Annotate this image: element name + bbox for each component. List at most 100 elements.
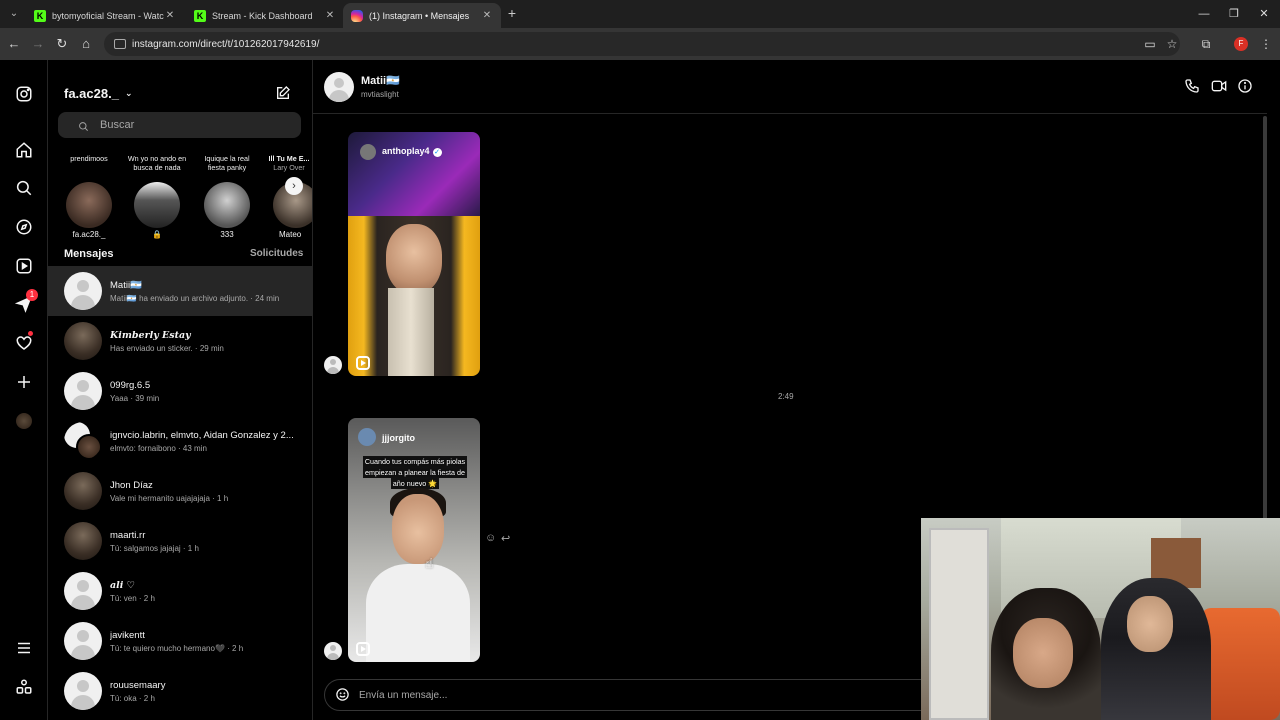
- emoji-icon[interactable]: [335, 687, 351, 703]
- info-icon[interactable]: [1237, 78, 1255, 96]
- conversation-preview: Tú: salgamos jajajaj · 1 h: [110, 543, 199, 553]
- notifications-heart-icon[interactable]: [14, 331, 34, 353]
- reload-button[interactable]: ↻: [54, 36, 70, 52]
- back-button[interactable]: ←: [6, 36, 22, 52]
- tab-title: bytomyoficial Stream - Watch L: [52, 10, 164, 21]
- avatar: [64, 272, 102, 310]
- note-avatar: [204, 182, 250, 228]
- site-info-icon[interactable]: [114, 39, 126, 49]
- account-username: fa.ac28._: [64, 86, 119, 101]
- chevron-down-icon: ⌄: [124, 88, 133, 98]
- conversation-item[interactable]: javikentt Tú: te quiero mucho hermano🖤 ·…: [48, 616, 312, 666]
- conversation-item[interactable]: ignvcio.labrin, elmvto, Aidan Gonzalez y…: [48, 416, 312, 466]
- more-menu-icon[interactable]: [14, 638, 34, 658]
- home-button[interactable]: ⌂: [78, 36, 94, 52]
- note-item[interactable]: Wn yo no ando en busca de nada 🔒: [126, 150, 188, 239]
- conversation-name: javikentt: [110, 629, 145, 641]
- reel-caption: Cuando tus compás más piolas empiezan a …: [362, 456, 468, 489]
- restore-button[interactable]: ❐: [1226, 6, 1242, 22]
- avatar: [64, 522, 102, 560]
- video-call-icon[interactable]: [1211, 78, 1229, 96]
- messages-icon[interactable]: 1: [14, 289, 38, 314]
- bookmark-star-icon[interactable]: ☆: [1164, 36, 1180, 52]
- reel-author-avatar: [358, 428, 376, 446]
- explore-icon[interactable]: [14, 217, 34, 237]
- conversation-preview: Yaaa · 39 min: [110, 393, 160, 403]
- conversation-item[interactable]: maarti.rr Tú: salgamos jajajaj · 1 h: [48, 516, 312, 566]
- tab-title: (1) Instagram • Mensajes: [369, 10, 470, 21]
- conversation-name: rouusemaary: [110, 679, 166, 691]
- sender-avatar: [324, 356, 342, 374]
- avatar[interactable]: [324, 72, 354, 102]
- forward-button[interactable]: →: [30, 36, 46, 52]
- reel-author-name: jjjorgito: [382, 433, 415, 443]
- note-item[interactable]: prendimoos fa.ac28._: [58, 150, 120, 239]
- conversation-item[interactable]: Jhon Díaz Vale mi hermanito uajajajaja ·…: [48, 466, 312, 516]
- reel-author-name: anthoplay4 ✓: [382, 146, 442, 157]
- reels-icon[interactable]: [14, 256, 34, 276]
- browser-tab-3[interactable]: (1) Instagram • Mensajes ✕: [343, 3, 501, 28]
- extensions-icon[interactable]: ⧉: [1198, 36, 1214, 52]
- phone-call-icon[interactable]: [1184, 78, 1202, 96]
- conversation-item[interactable]: Kimberly Estay Has enviado un sticker. ·…: [48, 316, 312, 366]
- conversation-item[interactable]: ali ♡ Tú: ven · 2 h: [48, 566, 312, 616]
- home-icon[interactable]: [14, 140, 34, 160]
- lock-icon: 🔒: [152, 230, 162, 239]
- react-emoji-icon[interactable]: ☺: [485, 532, 496, 544]
- avatar: [64, 572, 102, 610]
- message-input[interactable]: [359, 689, 859, 701]
- conversation-item[interactable]: Matii🇦🇷 Matii🇦🇷 ha enviado un archivo ad…: [48, 266, 312, 316]
- note-item[interactable]: Iquique la real fiesta panky 333: [196, 150, 258, 239]
- new-tab-button[interactable]: +: [505, 6, 519, 20]
- close-tab-icon[interactable]: ✕: [324, 10, 336, 21]
- note-name: fa.ac28._: [72, 230, 106, 239]
- instagram-logo-icon[interactable]: [14, 84, 34, 104]
- messages-heading: Mensajes: [64, 248, 114, 260]
- note-name: Mateo: [279, 230, 302, 239]
- close-tab-icon[interactable]: ✕: [481, 10, 493, 21]
- search-box[interactable]: [58, 112, 301, 138]
- avatar: [64, 622, 102, 660]
- minimize-button[interactable]: —: [1196, 6, 1212, 22]
- also-from-meta-icon[interactable]: [14, 677, 34, 697]
- search-icon[interactable]: [14, 178, 34, 198]
- avatar: [64, 672, 102, 710]
- requests-link[interactable]: Solicitudes: [250, 248, 303, 259]
- cast-icon[interactable]: ▭: [1142, 36, 1158, 52]
- close-window-button[interactable]: ✕: [1256, 6, 1272, 22]
- account-switcher[interactable]: fa.ac28._ ⌄: [64, 86, 132, 101]
- conversation-name: Jhon Díaz: [110, 479, 153, 491]
- new-message-icon[interactable]: [275, 85, 293, 103]
- reply-icon[interactable]: ↩: [501, 532, 510, 545]
- reel-thumbnail-top: anthoplay4 ✓: [348, 132, 480, 216]
- conversation-item[interactable]: rouusemaary Tú: oka · 2 h: [48, 666, 312, 716]
- address-bar[interactable]: instagram.com/direct/t/101262017942619/: [104, 32, 1180, 56]
- note-avatar: [66, 182, 112, 228]
- close-tab-icon[interactable]: ✕: [164, 10, 176, 21]
- shared-reel[interactable]: anthoplay4 ✓: [348, 132, 480, 376]
- browser-toolbar: ← → ↻ ⌂ instagram.com/direct/t/101262017…: [0, 28, 1280, 60]
- tab-title: Stream - Kick Dashboard: [212, 10, 313, 21]
- conversation-preview: Tú: ven · 2 h: [110, 593, 155, 603]
- shared-reel[interactable]: jjjorgito Cuando tus compás más piolas e…: [348, 418, 480, 662]
- browser-menu-icon[interactable]: ⋮: [1258, 36, 1274, 52]
- search-input[interactable]: [100, 119, 270, 131]
- thread-username: mvtiaslight: [361, 90, 399, 99]
- browser-tab-2[interactable]: K Stream - Kick Dashboard ✕: [186, 3, 344, 28]
- avatar: [64, 322, 102, 360]
- thread-contact-name[interactable]: Matii🇦🇷: [361, 74, 400, 87]
- conversation-name: ali ♡: [110, 579, 136, 591]
- note-item[interactable]: Ill Tu Me E... Lary Over Mateo: [265, 150, 312, 239]
- browser-tab-1[interactable]: K bytomyoficial Stream - Watch L ✕: [26, 3, 184, 28]
- thread-header: Matii🇦🇷 mvtiaslight: [313, 60, 1267, 114]
- message-timestamp: 2:49: [778, 392, 794, 401]
- profile-avatar-icon[interactable]: [14, 411, 34, 431]
- conversation-item[interactable]: 099rg.6.5 Yaaa · 39 min: [48, 366, 312, 416]
- chevron-right-icon[interactable]: ›: [285, 177, 303, 195]
- conversation-preview: Tú: te quiero mucho hermano🖤 · 2 h: [110, 643, 244, 653]
- create-plus-icon[interactable]: [14, 372, 34, 392]
- tab-search-icon[interactable]: ⌄: [6, 6, 22, 22]
- kick-icon: K: [34, 9, 46, 22]
- search-icon: [78, 119, 90, 131]
- profile-avatar[interactable]: F: [1234, 37, 1248, 51]
